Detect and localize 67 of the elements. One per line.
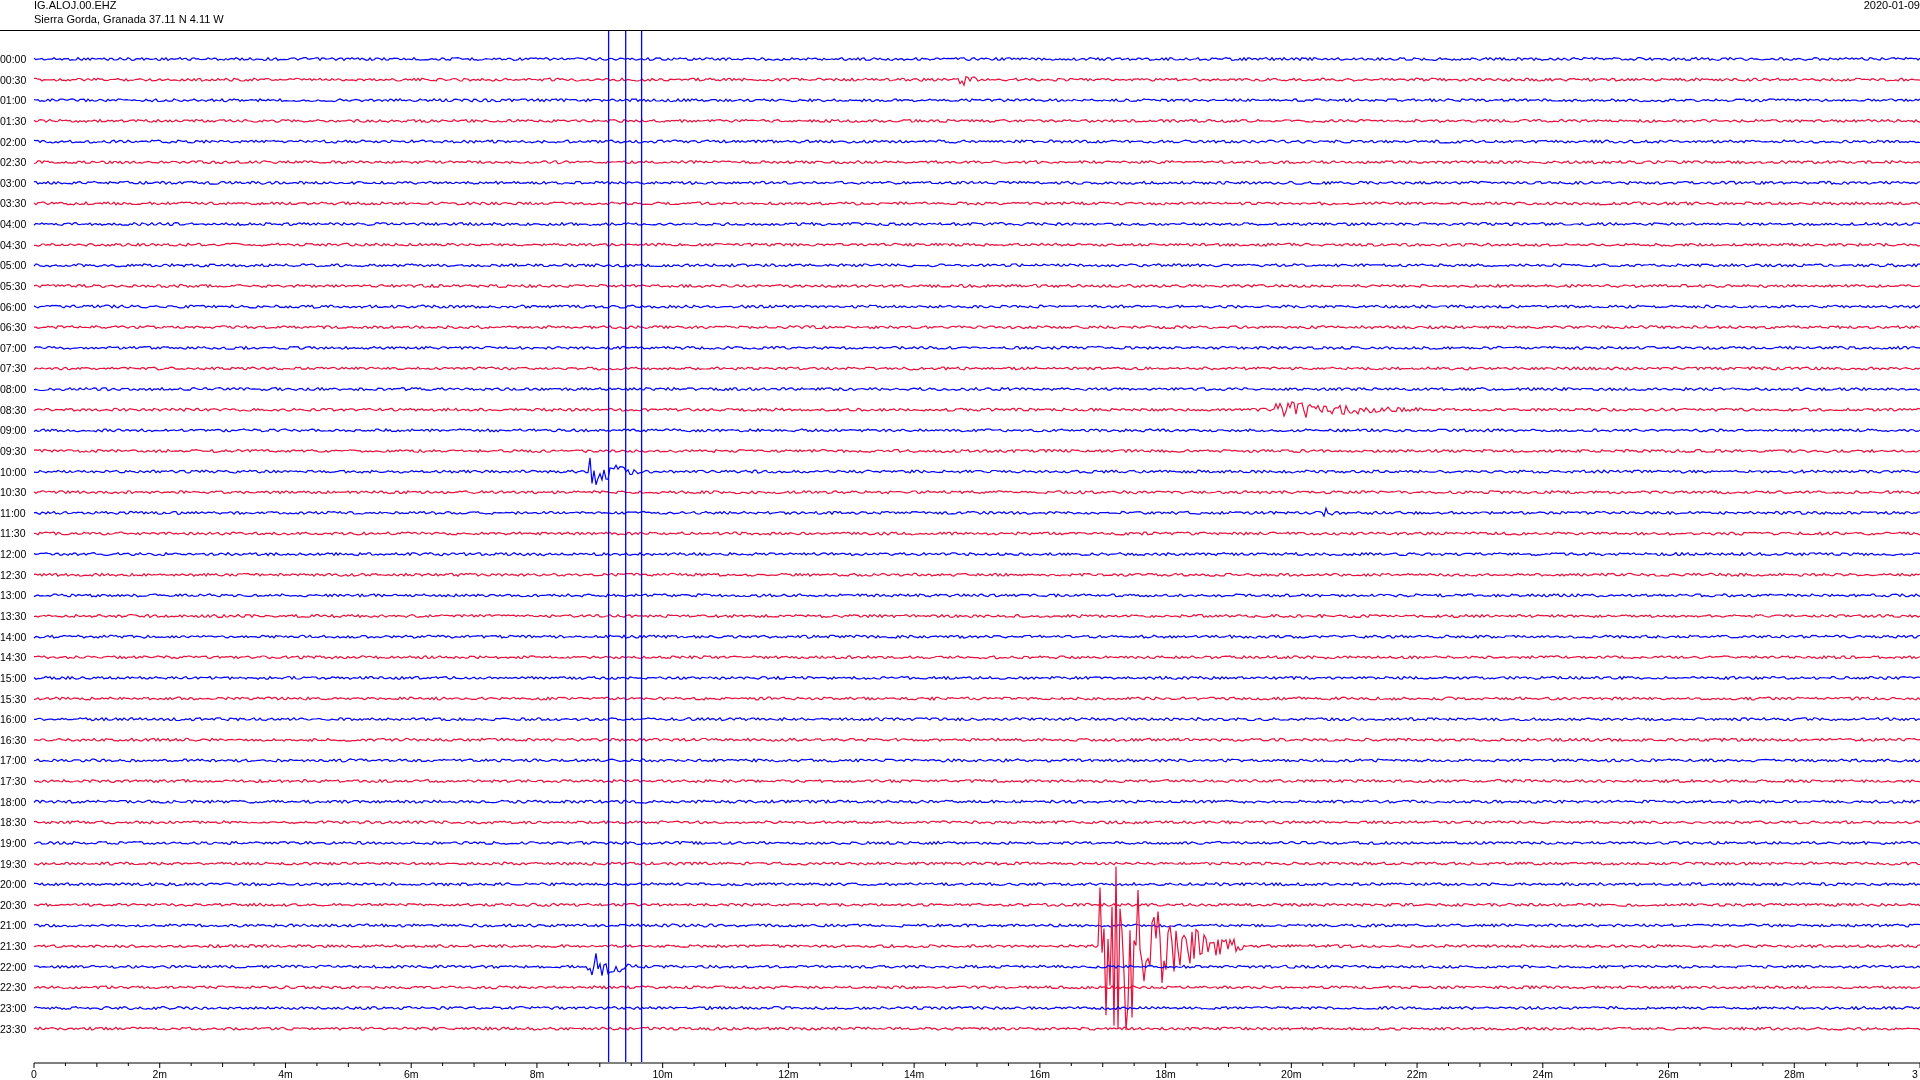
time-label: 19:30	[0, 857, 27, 870]
time-label: 05:30	[0, 279, 27, 292]
time-label: 18:00	[0, 795, 27, 808]
axis-tick-label: 16m	[1029, 1068, 1051, 1080]
axis-tick-label: 10m	[652, 1068, 673, 1080]
time-label: 13:00	[0, 589, 27, 602]
time-label: 04:00	[0, 218, 27, 231]
station-location: Sierra Gorda, Granada 37.11 N 4.11 W	[34, 13, 224, 25]
axis-tick-label: 22m	[1406, 1068, 1428, 1080]
time-label: 01:00	[0, 94, 27, 107]
time-label: 08:30	[0, 403, 27, 416]
axis-tick-label: 6m	[403, 1068, 419, 1080]
time-label: 21:30	[0, 940, 27, 953]
time-label: 19:00	[0, 836, 27, 849]
time-label: 15:00	[0, 671, 27, 684]
time-label: 05:00	[0, 259, 27, 272]
time-label: 10:30	[0, 486, 27, 499]
axis-tick-label: 0	[31, 1068, 37, 1080]
time-label: 09:00	[0, 424, 27, 437]
time-label: 09:30	[0, 444, 27, 457]
time-label: 07:00	[0, 341, 27, 354]
axis-tick-label: 18m	[1155, 1068, 1176, 1080]
time-label: 02:30	[0, 156, 27, 169]
station-code: IG.ALOJ.00.EHZ	[34, 0, 117, 11]
time-label: 11:00	[0, 506, 26, 519]
axis-tick-label: 12m	[778, 1068, 799, 1080]
time-label: 06:30	[0, 321, 27, 334]
time-label: 22:30	[0, 981, 27, 994]
time-label: 20:00	[0, 878, 27, 891]
time-label: 18:30	[0, 816, 27, 829]
time-label: 12:30	[0, 568, 27, 581]
time-label: 16:30	[0, 733, 27, 746]
time-label: 00:30	[0, 73, 27, 86]
axis-tick-label: 20m	[1281, 1068, 1302, 1080]
time-label: 13:30	[0, 610, 27, 622]
time-label: 08:00	[0, 383, 27, 396]
axis-tick-label: 3	[1912, 1068, 1918, 1080]
time-label: 07:30	[0, 362, 27, 375]
time-label: 00:00	[0, 53, 27, 65]
time-label: 11:30	[0, 527, 26, 540]
axis-tick-label: 8m	[529, 1068, 545, 1080]
axis-tick-label: 24m	[1532, 1068, 1553, 1080]
time-label: 06:00	[0, 300, 27, 313]
time-label: 17:30	[0, 775, 27, 788]
axis-tick-label: 28m	[1784, 1068, 1805, 1080]
time-label: 14:00	[0, 630, 27, 643]
time-label: 16:00	[0, 713, 27, 726]
time-label: 15:30	[0, 692, 27, 705]
axis-tick-label: 4m	[278, 1068, 293, 1080]
time-label: 21:00	[0, 919, 27, 932]
time-label: 14:30	[0, 651, 27, 664]
time-label: 12:00	[0, 548, 27, 561]
time-label: 22:00	[0, 960, 27, 973]
time-label: 17:00	[0, 754, 27, 767]
time-label: 02:00	[0, 135, 27, 148]
time-label: 01:30	[0, 114, 27, 127]
axis-tick-label: 26m	[1658, 1068, 1679, 1080]
axis-tick-label: 14m	[903, 1068, 925, 1080]
time-label: 04:30	[0, 238, 27, 251]
time-label: 23:00	[0, 1002, 27, 1014]
time-label: 03:30	[0, 197, 27, 210]
time-label: 20:30	[0, 898, 27, 911]
time-label: 10:00	[0, 465, 27, 478]
time-label: 03:00	[0, 176, 27, 189]
date-label: 2020-01-09	[1863, 0, 1920, 11]
axis-tick-label: 2m	[152, 1068, 168, 1080]
time-label: 23:30	[0, 1022, 27, 1035]
